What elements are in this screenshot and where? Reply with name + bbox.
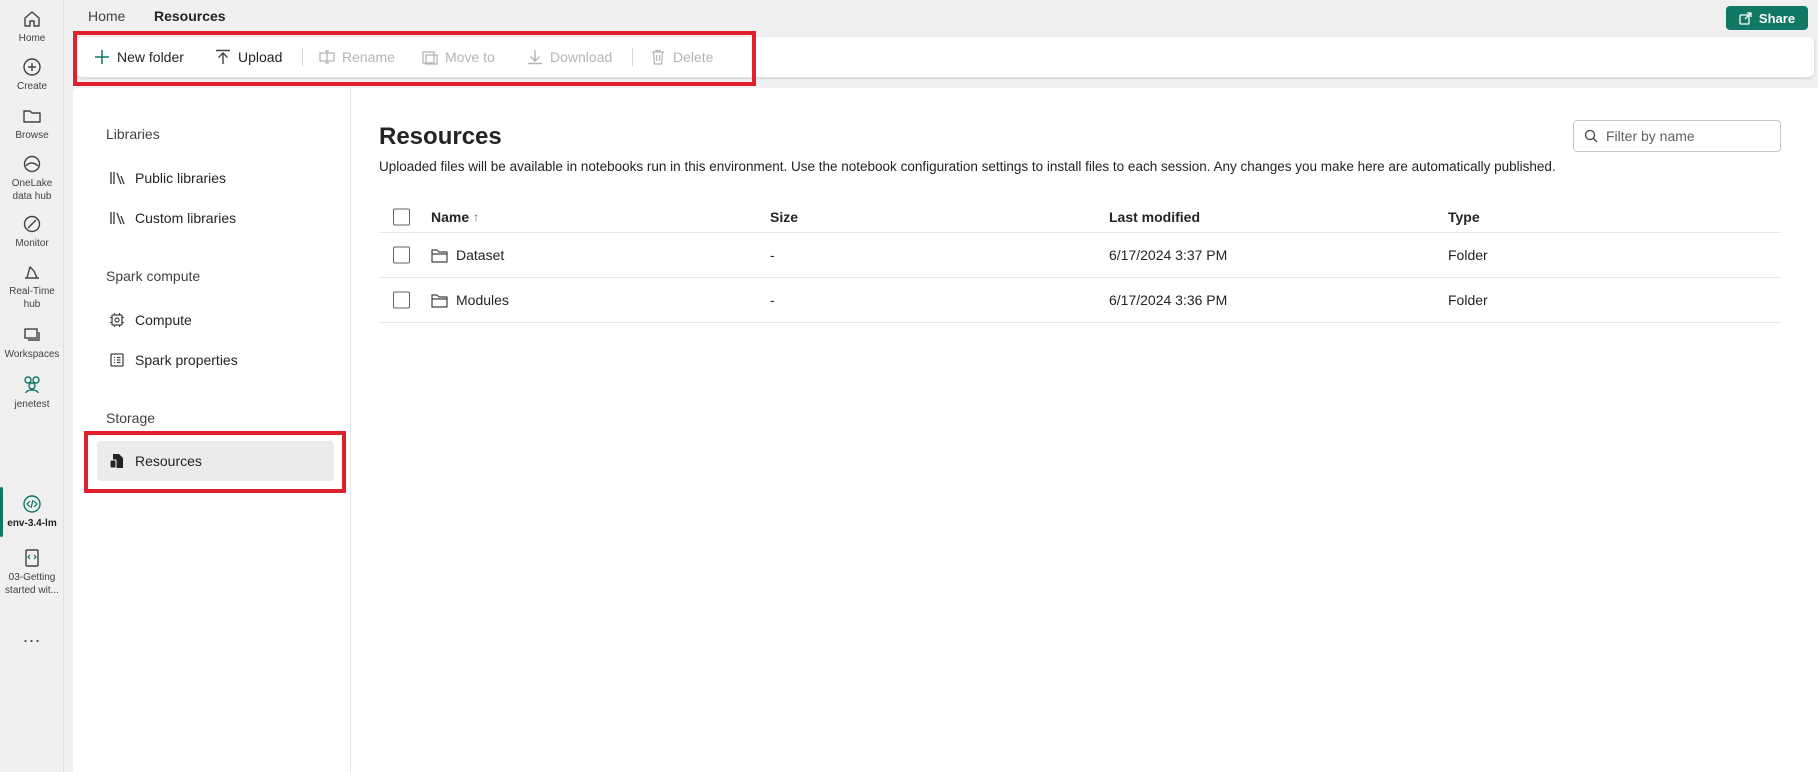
name-cell[interactable]: Dataset	[431, 247, 504, 263]
top-bar: Home Resources Share	[64, 0, 1818, 34]
nav-custom-libraries[interactable]: Custom libraries	[97, 198, 334, 238]
workspaces-icon	[24, 328, 40, 341]
rail-env-label: env-3.4-lm	[7, 518, 57, 529]
last-modified-column-header[interactable]: Last modified	[1109, 209, 1200, 225]
rail-onelake[interactable]: OneLake data hub	[0, 154, 64, 203]
page-description: Uploaded files will be available in note…	[379, 159, 1556, 174]
row-type: Folder	[1448, 292, 1488, 308]
custom-libraries-label: Custom libraries	[135, 210, 237, 226]
size-column-header[interactable]: Size	[770, 209, 798, 225]
breadcrumb-current: Resources	[154, 8, 226, 24]
monitor-icon	[23, 215, 41, 233]
resources-content: Resources Uploaded files will be availab…	[379, 88, 1781, 772]
page-title: Resources	[379, 123, 502, 150]
rail-env[interactable]: env-3.4-lm	[0, 494, 64, 530]
more-icon[interactable]: ...	[0, 626, 64, 647]
name-column-header[interactable]: Name ↑	[431, 209, 479, 225]
rail-monitor-label: Monitor	[15, 238, 49, 249]
people-icon	[24, 376, 40, 394]
nav-spark-properties[interactable]: Spark properties	[97, 340, 334, 380]
rail-notebook[interactable]: 03-Getting started wit...	[0, 548, 64, 597]
row-last-modified: 6/17/2024 3:37 PM	[1109, 247, 1228, 263]
rail-home-label: Home	[18, 33, 46, 44]
row-size: -	[770, 247, 775, 263]
onelake-icon	[23, 155, 41, 173]
rail-workspaces-label: Workspaces	[4, 349, 60, 360]
share-label: Share	[1758, 10, 1796, 26]
resources-nav-highlight-box	[84, 431, 346, 493]
library-icon	[110, 172, 125, 185]
environment-icon	[23, 495, 41, 513]
rail-notebook-label1: 03-Getting	[8, 572, 56, 583]
folder-icon	[431, 293, 448, 308]
rail-create-label: Create	[16, 81, 47, 92]
resources-table: Name ↑ Size Last modified Type Dataset -…	[379, 201, 1781, 323]
rail-onelake-label2: data hub	[12, 191, 52, 202]
row-name: Modules	[456, 292, 509, 308]
name-header-label: Name	[431, 208, 470, 225]
library-icon	[110, 212, 125, 225]
folder-icon	[431, 248, 448, 263]
filter-input[interactable]	[1606, 128, 1766, 144]
row-checkbox[interactable]	[393, 291, 410, 309]
table-row[interactable]: Modules - 6/17/2024 3:36 PM Folder	[379, 278, 1781, 323]
main-panel: Libraries Public libraries Custom librar…	[73, 88, 1818, 772]
row-name: Dataset	[456, 247, 505, 263]
properties-icon	[110, 353, 124, 367]
share-button[interactable]: Share	[1726, 6, 1808, 30]
rail-workspaces[interactable]: Workspaces	[0, 325, 64, 361]
rail-browse[interactable]: Browse	[0, 106, 64, 142]
rail-monitor[interactable]: Monitor	[0, 214, 64, 250]
plus-circle-icon	[23, 58, 41, 76]
row-type: Folder	[1448, 247, 1488, 263]
rail-jenetest[interactable]: jenetest	[0, 373, 64, 411]
share-icon	[1739, 12, 1752, 25]
rail-realtime-label2: hub	[23, 299, 41, 310]
select-all-checkbox[interactable]	[393, 208, 410, 225]
table-row[interactable]: Dataset - 6/17/2024 3:37 PM Folder	[379, 233, 1781, 278]
sort-ascending-icon: ↑	[473, 209, 480, 224]
rail-create[interactable]: Create	[0, 57, 64, 93]
row-checkbox[interactable]	[393, 246, 410, 264]
left-rail: Home Create Browse OneLake data hub Moni…	[0, 0, 64, 772]
row-size: -	[770, 292, 775, 308]
realtime-hub-icon	[25, 266, 39, 279]
rail-browse-label: Browse	[15, 130, 49, 141]
environment-subnav: Libraries Public libraries Custom librar…	[73, 88, 351, 772]
notebook-icon	[25, 549, 39, 567]
type-column-header[interactable]: Type	[1448, 209, 1480, 225]
row-last-modified: 6/17/2024 3:36 PM	[1109, 292, 1228, 308]
spark-properties-label: Spark properties	[135, 352, 238, 368]
home-icon	[24, 11, 40, 27]
table-header-row: Name ↑ Size Last modified Type	[379, 201, 1781, 233]
public-libraries-label: Public libraries	[135, 170, 227, 186]
toolbar-highlight-box	[73, 31, 756, 86]
folder-icon	[23, 110, 41, 123]
breadcrumb-home[interactable]: Home	[88, 8, 125, 24]
spark-compute-heading: Spark compute	[106, 268, 201, 284]
rail-jenetest-label: jenetest	[14, 399, 50, 410]
rail-realtime[interactable]: Real-Time hub	[0, 262, 64, 311]
chip-icon	[110, 313, 124, 327]
rail-notebook-label2: started wit...	[5, 585, 59, 596]
name-cell[interactable]: Modules	[431, 292, 509, 308]
libraries-heading: Libraries	[106, 126, 160, 142]
search-icon	[1584, 129, 1598, 143]
rail-home[interactable]: Home	[0, 9, 64, 45]
rail-realtime-label1: Real-Time	[9, 286, 55, 297]
compute-label: Compute	[135, 312, 192, 328]
nav-compute[interactable]: Compute	[97, 300, 334, 340]
filter-box[interactable]	[1573, 120, 1781, 152]
rail-onelake-label1: OneLake	[11, 178, 53, 189]
storage-heading: Storage	[106, 410, 156, 426]
nav-public-libraries[interactable]: Public libraries	[97, 158, 334, 198]
